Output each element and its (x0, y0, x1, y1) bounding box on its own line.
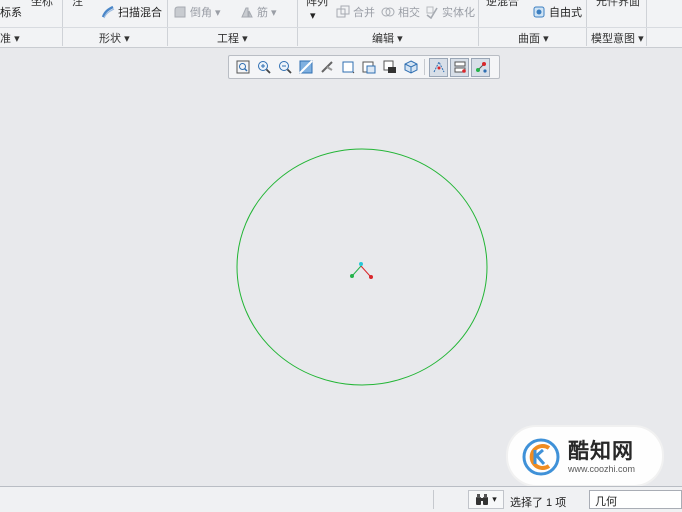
zoom-in-button[interactable] (254, 58, 273, 77)
coordinate-system-icon (350, 262, 373, 279)
selection-filter[interactable]: 几何 (589, 490, 682, 509)
watermark-name: 酷知网 (568, 439, 634, 463)
group-editing-label: 编辑 (372, 33, 394, 45)
freestyle-label: 自由式 (549, 7, 582, 19)
group-surfaces-label: 曲面 (518, 33, 540, 45)
intersect-button[interactable]: 相交 (381, 3, 420, 21)
pattern-dropdown-icon: ▾ (310, 9, 316, 22)
ribbon-cut-label-1: 坐标 (31, 0, 53, 8)
group-datum-label: 准 (0, 33, 11, 45)
group-engineering-label: 工程 (217, 33, 239, 45)
merge-button[interactable]: 合并 (336, 3, 375, 21)
group-model-intent-label: 模型意图 (591, 33, 635, 45)
round-icon (173, 5, 187, 19)
ribbon-group-bar: 准 ▾ 形状 ▾ 工程 ▾ 编辑 ▾ 曲面 ▾ 模型意图 ▾ (0, 27, 682, 47)
group-shapes[interactable]: 形状 ▾ (99, 30, 130, 46)
coord-system-button[interactable]: 标系 (0, 3, 22, 21)
freestyle-button[interactable]: 自由式 (532, 3, 582, 21)
group-engineering[interactable]: 工程 ▾ (217, 30, 248, 46)
sweep-blend-label: 扫描混合 (118, 7, 162, 19)
sweep-blend-button[interactable]: 扫描混合 (101, 3, 162, 21)
refit-icon (236, 60, 249, 74)
view-manager-icon (383, 60, 396, 73)
freestyle-icon (532, 5, 546, 19)
display-style-icon (342, 61, 354, 74)
round-button[interactable]: 倒角 ▾ (173, 3, 221, 21)
refit-button[interactable] (233, 58, 252, 77)
merge-icon (336, 5, 350, 19)
zoom-in-icon (257, 61, 271, 74)
watermark-url: www.coozhi.com (568, 464, 636, 474)
orientation-icon (320, 61, 333, 73)
ribbon-cut-label-5: 元件界面 (596, 0, 640, 8)
binoculars-icon (476, 493, 489, 505)
rib-icon (240, 5, 254, 19)
datum-display-icon (433, 60, 444, 73)
display-style-button[interactable] (338, 58, 357, 77)
chevron-down-icon: ▾ (638, 33, 644, 45)
pattern-dropdown[interactable]: ▾ (310, 6, 316, 24)
datum-display-button[interactable] (429, 57, 448, 77)
sweep-blend-icon (101, 5, 115, 19)
ribbon: 坐标 注 阵列 逆混合 元件界面 标系 扫描混合 倒角 ▾ 筋 ▾ ▾ 合并 相… (0, 0, 682, 48)
status-bar: ▾ 选择了 1 项 几何 (0, 486, 682, 512)
graphics-area[interactable] (0, 48, 682, 486)
zoom-out-button[interactable] (275, 58, 294, 77)
repaint-button[interactable] (296, 58, 315, 77)
round-dropdown-icon: ▾ (215, 6, 221, 19)
chevron-down-icon: ▾ (124, 33, 130, 45)
find-dropdown-icon: ▾ (492, 494, 497, 504)
rib-dropdown-icon: ▾ (271, 6, 277, 19)
group-editing[interactable]: 编辑 ▾ (372, 30, 403, 46)
group-model-intent[interactable]: 模型意图 ▾ (591, 30, 644, 46)
merge-label: 合并 (353, 7, 375, 19)
rib-button[interactable]: 筋 ▾ (240, 3, 277, 21)
ribbon-cut-label-4: 逆混合 (486, 0, 519, 8)
chevron-down-icon: ▾ (543, 33, 549, 45)
solidify-label: 实体化 (442, 7, 475, 19)
group-datum[interactable]: 准 ▾ (0, 30, 20, 46)
find-button[interactable]: ▾ (468, 490, 504, 509)
saved-views-button[interactable] (359, 58, 378, 77)
chevron-down-icon: ▾ (397, 33, 403, 45)
csys-display-icon (475, 62, 487, 73)
spin-center-icon (454, 61, 466, 73)
csys-display-button[interactable] (471, 57, 490, 77)
repaint-icon (298, 60, 313, 74)
view-toolbar (228, 55, 500, 79)
group-shapes-label: 形状 (99, 33, 121, 45)
selection-status: 选择了 1 项 (510, 497, 567, 509)
toolbar-divider (424, 59, 425, 75)
rib-label: 筋 (257, 7, 268, 19)
coord-system-label: 标系 (0, 7, 22, 19)
orientation-button[interactable] (317, 58, 336, 77)
intersect-label: 相交 (398, 7, 420, 19)
view-manager-button[interactable] (380, 58, 399, 77)
solidify-icon (425, 5, 439, 20)
chevron-down-icon: ▾ (242, 33, 248, 45)
round-label: 倒角 (190, 7, 212, 19)
status-divider (433, 490, 434, 509)
solidify-button[interactable]: 实体化 (425, 3, 475, 21)
cube-icon (404, 60, 417, 74)
chevron-down-icon: ▾ (14, 33, 20, 45)
shading-button[interactable] (401, 58, 420, 77)
watermark: 酷知网 www.coozhi.com (508, 427, 662, 485)
saved-views-icon (362, 61, 375, 74)
group-surfaces[interactable]: 曲面 ▾ (518, 30, 549, 46)
spin-center-button[interactable] (450, 57, 469, 77)
zoom-out-icon (278, 61, 292, 74)
coozhi-logo-icon (522, 438, 560, 476)
ribbon-commands: 坐标 注 阵列 逆混合 元件界面 标系 扫描混合 倒角 ▾ 筋 ▾ ▾ 合并 相… (0, 0, 682, 27)
ribbon-cut-label-2: 注 (72, 0, 83, 8)
intersect-icon (381, 5, 395, 19)
